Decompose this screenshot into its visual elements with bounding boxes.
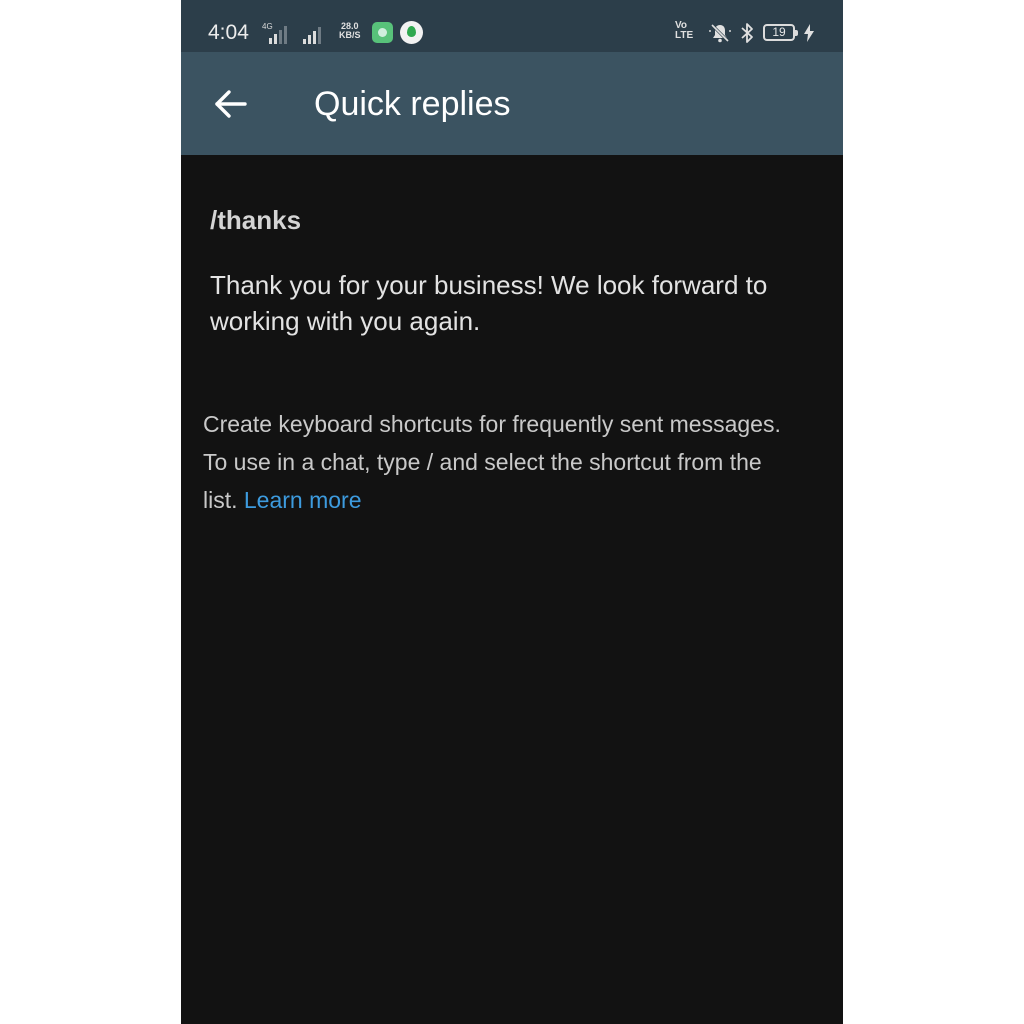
vpn-shield-icon (400, 21, 423, 44)
quick-reply-message: Thank you for your business! We look for… (210, 270, 768, 336)
charging-icon (804, 24, 814, 42)
learn-more-link[interactable]: Learn more (244, 487, 362, 513)
app-bar: Quick replies (181, 52, 843, 155)
signal-icon (269, 24, 287, 44)
network-speed-unit: KB/S (339, 30, 361, 40)
battery-level: 19 (772, 25, 786, 39)
phone-screen: 4:04 4G 28.0 KB/S Vo LTE 19 Quick replie… (181, 0, 843, 1024)
mute-icon (709, 23, 731, 43)
arrow-left-icon (215, 90, 247, 118)
quick-reply-shortcut: /thanks (210, 205, 302, 235)
app-notification-icon (372, 22, 393, 43)
status-bar: 4:04 4G 28.0 KB/S Vo LTE 19 (181, 0, 843, 52)
page-title: Quick replies (314, 85, 511, 123)
volte-icon: Vo LTE (675, 21, 693, 41)
quick-reply-item[interactable]: /thanks Thank you for your business! We … (181, 195, 843, 355)
network-speed: 28.0 KB/S (339, 22, 361, 40)
signal-icon (303, 24, 321, 44)
info-description: Create keyboard shortcuts for frequently… (203, 405, 783, 519)
volte-bottom-label: LTE (675, 30, 694, 41)
bluetooth-icon (741, 23, 753, 43)
battery-icon: 19 (763, 24, 798, 41)
back-button[interactable] (211, 84, 251, 124)
status-time: 4:04 (208, 21, 249, 44)
